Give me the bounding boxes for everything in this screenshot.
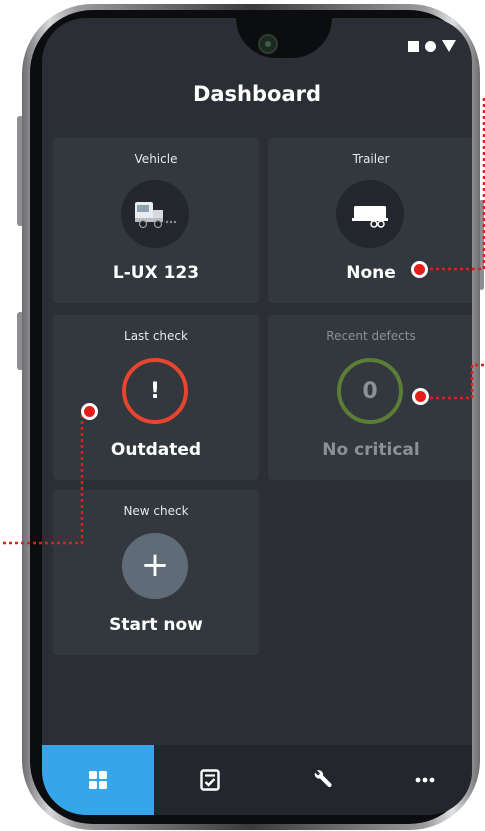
annotation-dot-trailer <box>411 261 428 278</box>
annotation-dot-defects <box>412 388 429 405</box>
annotation-dot-last-check <box>81 403 98 420</box>
annotation-lines <box>0 98 485 545</box>
